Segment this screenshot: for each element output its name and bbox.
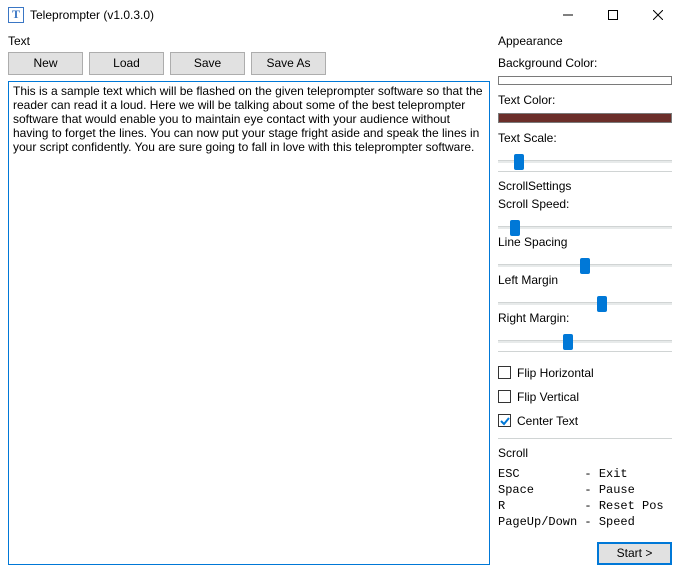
center-text-checkbox[interactable]: Center Text [498, 414, 672, 428]
checkbox-box-icon [498, 366, 511, 379]
load-button[interactable]: Load [89, 52, 164, 75]
scroll-speed-slider[interactable] [498, 217, 672, 227]
app-icon: T [8, 7, 24, 23]
minimize-button[interactable] [545, 0, 590, 30]
save-as-button[interactable]: Save As [251, 52, 326, 75]
center-text-label: Center Text [517, 414, 578, 428]
bg-color-swatch[interactable] [498, 76, 672, 85]
line-spacing-slider[interactable] [498, 255, 672, 265]
close-button[interactable] [635, 0, 680, 30]
script-textarea[interactable] [8, 81, 490, 565]
scroll-help-heading: Scroll [498, 446, 672, 460]
scroll-help-text: ESC - Exit Space - Pause R - Reset Pos P… [498, 466, 672, 530]
left-margin-slider[interactable] [498, 293, 672, 303]
maximize-icon [608, 10, 618, 20]
new-button[interactable]: New [8, 52, 83, 75]
title-bar: T Teleprompter (v1.0.3.0) [0, 0, 680, 30]
content-area: Text New Load Save Save As Appearance Ba… [0, 30, 680, 573]
text-heading: Text [8, 34, 490, 48]
save-button[interactable]: Save [170, 52, 245, 75]
right-panel: Appearance Background Color: Text Color:… [498, 30, 680, 573]
text-color-swatch[interactable] [498, 113, 672, 122]
maximize-button[interactable] [590, 0, 635, 30]
start-row: Start > [498, 534, 672, 565]
scroll-settings-heading: ScrollSettings [498, 179, 672, 193]
flip-horizontal-label: Flip Horizontal [517, 366, 594, 380]
start-button[interactable]: Start > [597, 542, 672, 565]
minimize-icon [563, 10, 573, 20]
left-panel: Text New Load Save Save As [0, 30, 498, 573]
flip-horizontal-checkbox[interactable]: Flip Horizontal [498, 366, 672, 380]
text-color-label: Text Color: [498, 93, 672, 107]
flip-vertical-label: Flip Vertical [517, 390, 579, 404]
bg-color-label: Background Color: [498, 56, 672, 70]
right-margin-label: Right Margin: [498, 311, 672, 325]
close-icon [653, 10, 663, 20]
appearance-heading: Appearance [498, 34, 672, 48]
text-scale-label: Text Scale: [498, 131, 672, 145]
line-spacing-label: Line Spacing [498, 235, 672, 249]
checkbox-box-icon [498, 390, 511, 403]
right-margin-slider[interactable] [498, 331, 672, 341]
window-title: Teleprompter (v1.0.3.0) [30, 8, 545, 22]
text-scale-slider[interactable] [498, 151, 672, 161]
left-margin-label: Left Margin [498, 273, 672, 287]
scroll-speed-label: Scroll Speed: [498, 197, 672, 211]
checkbox-checked-icon [498, 414, 511, 427]
file-button-row: New Load Save Save As [8, 52, 490, 75]
flip-vertical-checkbox[interactable]: Flip Vertical [498, 390, 672, 404]
window-controls [545, 0, 680, 30]
